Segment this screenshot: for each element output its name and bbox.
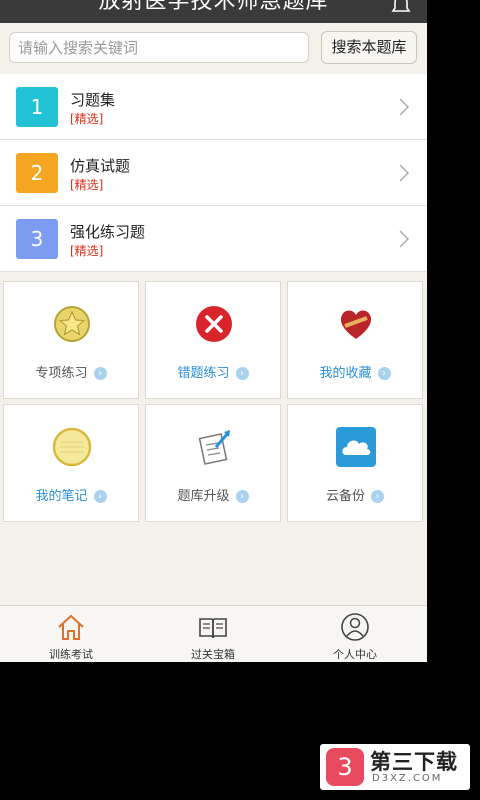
number-badge: 1 [16, 87, 58, 127]
list-item-title: 强化练习题 [70, 223, 146, 241]
grid-item-label: 云备份 [325, 489, 365, 504]
upgrade-doc-icon [198, 430, 230, 465]
heart-icon [340, 310, 372, 339]
page-title: 放射医学技术师急题库 [98, 0, 329, 14]
watermark: 3 第三下载 D3XZ.COM [320, 744, 470, 790]
error-x-icon [196, 306, 232, 342]
grid-item-label: 题库升级 [177, 489, 230, 504]
tab-label: 训练考试 [49, 648, 93, 661]
arrow-circle-icon: › [235, 367, 249, 380]
watermark-title: 第三下载 [370, 750, 458, 774]
title-bar: 放射医学技术师急题库 [0, 0, 427, 23]
bottom-tab-bar: 训练考试 过关宝箱 个人中心 [0, 605, 427, 662]
notepad-icon [52, 427, 92, 467]
grid-item-label: 我的笔记 [35, 489, 88, 504]
home-icon [58, 614, 84, 640]
chevron-right-icon [399, 164, 409, 182]
grid-item-upgrade[interactable]: 题库升级 › [145, 404, 281, 522]
chevron-right-icon [399, 230, 409, 248]
chevron-right-icon [399, 98, 409, 116]
number-badge: 2 [16, 153, 58, 193]
arrow-circle-icon: › [235, 490, 249, 503]
list-item-question-set[interactable]: 1 习题集 [精选] [0, 74, 427, 140]
bell-icon[interactable] [389, 0, 413, 18]
grid-item-label: 错题练习 [177, 366, 230, 381]
list-item-title: 仿真试题 [70, 157, 131, 175]
cloud-icon [336, 427, 376, 467]
book-icon [199, 618, 227, 639]
list-item-simulation-test[interactable]: 2 仿真试题 [精选] [0, 140, 427, 206]
featured-tag: [精选] [70, 112, 104, 126]
list-item-title: 习题集 [70, 91, 116, 109]
tab-personal-center[interactable]: 个人中心 [284, 606, 426, 662]
tab-treasure-box[interactable]: 过关宝箱 [142, 606, 284, 662]
tab-training-exam[interactable]: 训练考试 [0, 606, 142, 662]
user-icon [341, 613, 369, 641]
arrow-circle-icon: › [93, 490, 107, 503]
arrow-circle-icon: › [371, 490, 384, 503]
search-button[interactable]: 搜索本题库 [321, 31, 417, 64]
arrow-circle-icon: › [377, 367, 391, 380]
grid-item-wrong-practice[interactable]: 错题练习 › [145, 281, 281, 399]
tab-label: 个人中心 [333, 648, 377, 661]
grid-item-topic-practice[interactable]: 专项练习 › [3, 281, 139, 399]
featured-tag: [精选] [70, 244, 104, 258]
search-input[interactable] [9, 32, 309, 63]
grid-item-label: 专项练习 [35, 366, 88, 381]
featured-tag: [精选] [70, 178, 104, 192]
list-item-intensive-practice[interactable]: 3 强化练习题 [精选] [0, 206, 427, 272]
grid-item-notes[interactable]: 我的笔记 › [3, 404, 139, 522]
watermark-subtitle: D3XZ.COM [372, 773, 443, 784]
tab-label: 过关宝箱 [191, 648, 235, 661]
star-badge-icon [54, 306, 90, 342]
grid-item-cloud-backup[interactable]: 云备份 › [287, 404, 423, 522]
watermark-logo: 3 [326, 748, 364, 786]
number-badge: 3 [16, 219, 58, 259]
grid-item-label: 我的收藏 [319, 366, 372, 381]
search-bar: 搜索本题库 [0, 23, 427, 73]
grid-item-favorites[interactable]: 我的收藏 › [287, 281, 423, 399]
question-set-list: 1 习题集 [精选] 2 仿真试题 [精选] 3 强化练习题 [精选] [0, 74, 427, 272]
arrow-circle-icon: › [93, 367, 107, 380]
app-window: 放射医学技术师急题库 搜索本题库 1 习题集 [精选] 2 仿真试题 [精选] … [0, 0, 427, 662]
